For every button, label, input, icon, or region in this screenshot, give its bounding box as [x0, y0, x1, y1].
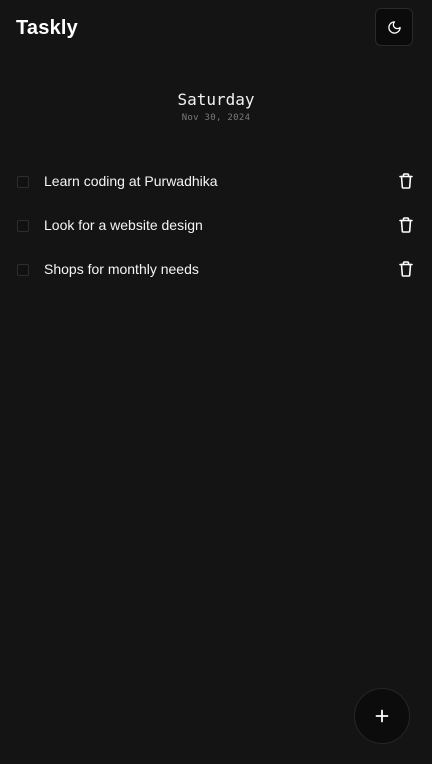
task-list: Learn coding at Purwadhika Look for a we… [0, 159, 432, 291]
theme-toggle-button[interactable] [375, 8, 413, 46]
task-item: Look for a website design [0, 203, 432, 247]
task-checkbox[interactable] [17, 264, 29, 276]
task-item: Learn coding at Purwadhika [0, 159, 432, 203]
moon-icon [387, 20, 402, 35]
task-checkbox[interactable] [17, 220, 29, 232]
app-title: Taskly [16, 17, 78, 39]
delete-task-button[interactable] [399, 261, 413, 277]
task-checkbox[interactable] [17, 176, 29, 188]
trash-icon [399, 217, 413, 233]
task-label: Learn coding at Purwadhika [44, 173, 218, 189]
delete-task-button[interactable] [399, 217, 413, 233]
day-name: Saturday [177, 90, 255, 109]
full-date: Nov 30, 2024 [181, 113, 251, 123]
trash-icon [399, 261, 413, 277]
delete-task-button[interactable] [399, 173, 413, 189]
task-label: Look for a website design [44, 217, 203, 233]
plus-icon [375, 709, 389, 723]
trash-icon [399, 173, 413, 189]
add-task-button[interactable] [354, 688, 410, 744]
date-header: Saturday Nov 30, 2024 [0, 90, 432, 124]
task-item: Shops for monthly needs [0, 247, 432, 291]
task-label: Shops for monthly needs [44, 261, 199, 277]
